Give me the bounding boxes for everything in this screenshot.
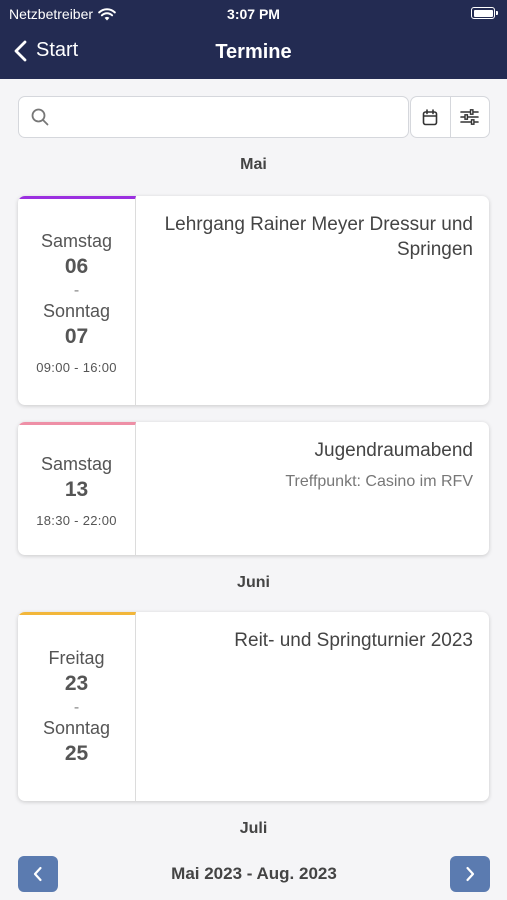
event-card[interactable]: Samstag 06 - Sonntag 07 09:00 - 16:00 Le… xyxy=(18,196,489,405)
filter-button[interactable] xyxy=(449,97,489,137)
event-start-date: 06 xyxy=(64,254,89,278)
clock: 3:07 PM xyxy=(227,6,280,22)
event-date-column: Samstag 06 - Sonntag 07 09:00 - 16:00 xyxy=(18,196,136,405)
event-date-column: Freitag 23 - Sonntag 25 xyxy=(18,612,136,801)
next-range-button[interactable] xyxy=(450,856,490,892)
event-card[interactable]: Freitag 23 - Sonntag 25 Reit- und Spring… xyxy=(18,612,489,801)
event-card[interactable]: Samstag 13 18:30 - 22:00 Jugendraumabend… xyxy=(18,422,489,555)
calendar-button[interactable] xyxy=(411,97,450,137)
month-header-mai: Mai xyxy=(240,156,267,173)
event-start-date: 23 xyxy=(64,672,89,695)
event-start-day: Samstag xyxy=(40,453,113,474)
event-end-day: Sonntag xyxy=(42,300,111,321)
event-date-column: Samstag 13 18:30 - 22:00 xyxy=(18,422,136,555)
toolbar-button-group xyxy=(410,96,490,138)
date-range-label: Mai 2023 - Aug. 2023 xyxy=(171,864,337,883)
event-time: 18:30 - 22:00 xyxy=(36,512,117,528)
event-title: Lehrgang Rainer Meyer Dressur und Spring… xyxy=(164,214,473,260)
event-start-date: 13 xyxy=(64,477,89,501)
month-header-juli: Juli xyxy=(239,820,268,837)
chevron-right-icon xyxy=(466,866,475,882)
event-title: Jugendraumabend xyxy=(314,440,473,461)
event-title: Reit- und Springturnier 2023 xyxy=(234,630,473,651)
event-end-day: Sonntag xyxy=(42,718,111,738)
event-start-day: Samstag xyxy=(40,230,113,251)
battery-icon xyxy=(471,7,498,19)
event-end-date: 25 xyxy=(64,742,89,765)
sliders-icon xyxy=(460,109,480,125)
event-time: 09:00 - 16:00 xyxy=(36,359,117,375)
event-info: Jugendraumabend Treffpunkt: Casino im RF… xyxy=(148,438,473,491)
calendar-icon xyxy=(423,108,438,125)
page-title: Termine xyxy=(215,41,292,63)
event-info: Reit- und Springturnier 2023 xyxy=(148,628,473,653)
navigation-bar: Start Termine xyxy=(0,28,507,79)
event-start-day: Freitag xyxy=(48,648,105,668)
search-box[interactable] xyxy=(18,96,409,138)
date-range-separator: - xyxy=(73,281,80,299)
month-header-juni: Juni xyxy=(237,574,270,591)
date-range-separator: - xyxy=(73,699,80,716)
search-toolbar xyxy=(18,96,490,138)
search-input[interactable] xyxy=(57,108,377,126)
status-bar: Netzbetreiber 3:07 PM xyxy=(0,0,507,28)
event-end-date: 07 xyxy=(64,324,89,348)
search-icon xyxy=(31,108,49,126)
date-range-pager: Mai 2023 - Aug. 2023 xyxy=(18,856,490,892)
event-location: Treffpunkt: Casino im RFV xyxy=(285,473,473,490)
event-info: Lehrgang Rainer Meyer Dressur und Spring… xyxy=(148,212,473,262)
